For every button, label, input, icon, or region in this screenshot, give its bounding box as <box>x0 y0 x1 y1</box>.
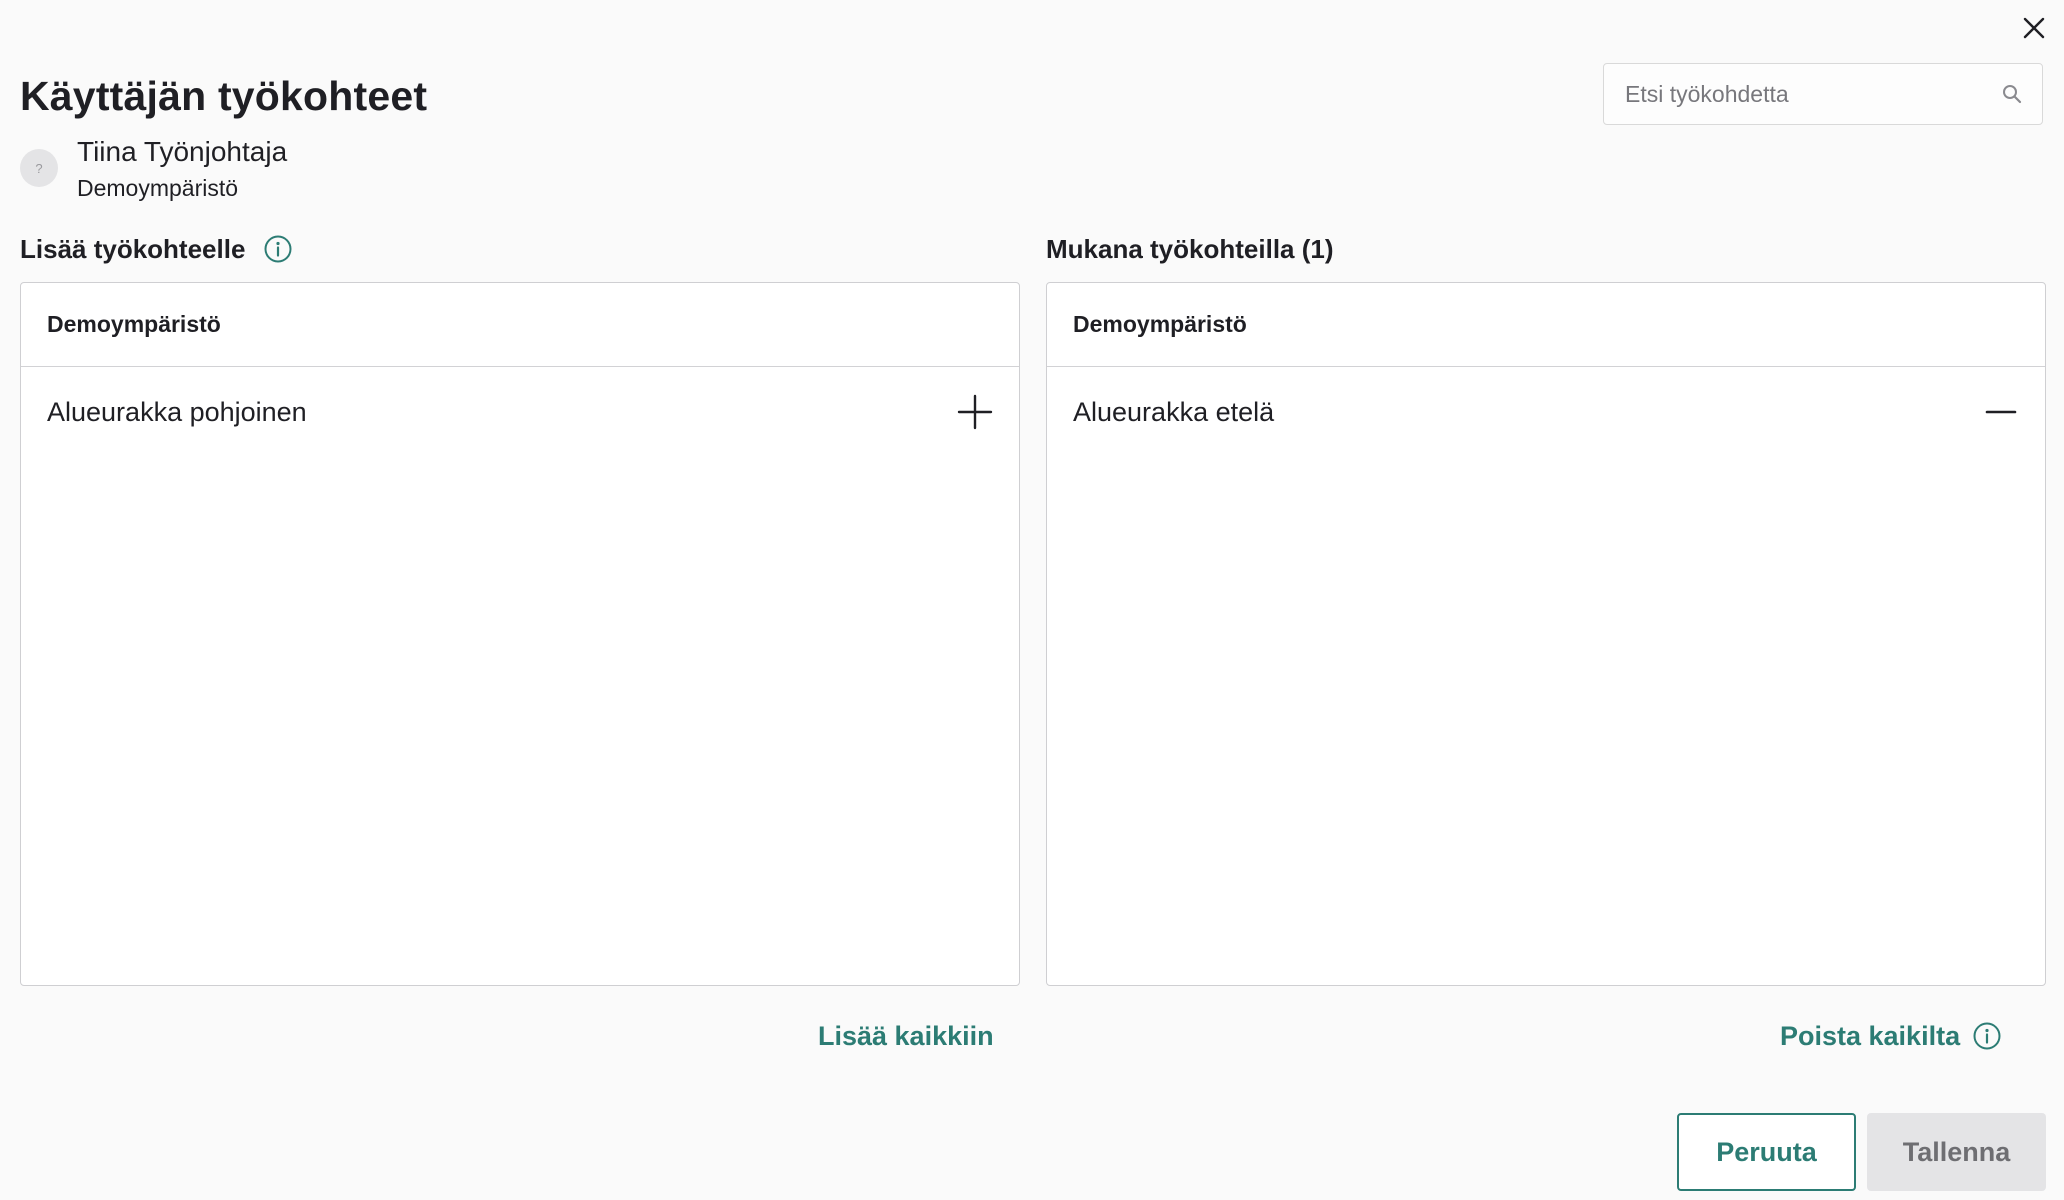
close-icon <box>2023 17 2045 39</box>
group-header: Demoympäristö <box>21 283 1019 367</box>
search-field[interactable] <box>1603 63 2043 125</box>
worksite-label: Alueurakka pohjoinen <box>47 396 307 427</box>
user-summary: ? Tiina Työnjohtaja Demoympäristö <box>20 134 287 203</box>
page-title: Käyttäjän työkohteet <box>20 73 428 119</box>
add-worksite-button[interactable] <box>953 390 997 434</box>
info-icon[interactable] <box>263 234 293 264</box>
remove-worksite-button[interactable] <box>1979 390 2023 434</box>
close-button[interactable] <box>2016 10 2052 46</box>
avatar: ? <box>20 149 58 187</box>
info-icon[interactable] <box>1972 1021 2002 1051</box>
available-worksites-panel: Demoympäristö Alueurakka pohjoinen <box>20 282 1020 986</box>
worksite-label: Alueurakka etelä <box>1073 396 1275 427</box>
assigned-worksites-column: Mukana työkohteilla (1) Demoympäristö Al… <box>1046 228 2046 986</box>
user-organization: Demoympäristö <box>77 175 239 201</box>
search-icon[interactable] <box>1982 83 2042 105</box>
minus-icon <box>1985 410 2017 414</box>
user-info: Tiina Työnjohtaja Demoympäristö <box>77 134 287 203</box>
list-item[interactable]: Alueurakka pohjoinen <box>21 367 1019 457</box>
available-worksites-column: Lisää työkohteelle Demoympäristö Alueura… <box>20 228 1020 986</box>
plus-icon <box>957 394 993 430</box>
group-header: Demoympäristö <box>1047 283 2045 367</box>
save-button[interactable]: Tallenna <box>1867 1113 2046 1191</box>
user-name: Tiina Työnjohtaja <box>77 136 288 167</box>
available-heading-row: Lisää työkohteelle <box>20 228 1020 270</box>
search-input[interactable] <box>1604 63 1982 125</box>
assigned-worksites-panel: Demoympäristö Alueurakka etelä <box>1046 282 2046 986</box>
list-item[interactable]: Alueurakka etelä <box>1047 367 2045 457</box>
cancel-button[interactable]: Peruuta <box>1677 1113 1856 1191</box>
add-all-link[interactable]: Lisää kaikkiin <box>818 1015 994 1057</box>
available-heading: Lisää työkohteelle <box>20 233 246 264</box>
assigned-heading: Mukana työkohteilla (1) <box>1046 233 1334 264</box>
assigned-heading-row: Mukana työkohteilla (1) <box>1046 228 2046 270</box>
remove-all-link[interactable]: Poista kaikilta <box>1780 1015 1960 1057</box>
